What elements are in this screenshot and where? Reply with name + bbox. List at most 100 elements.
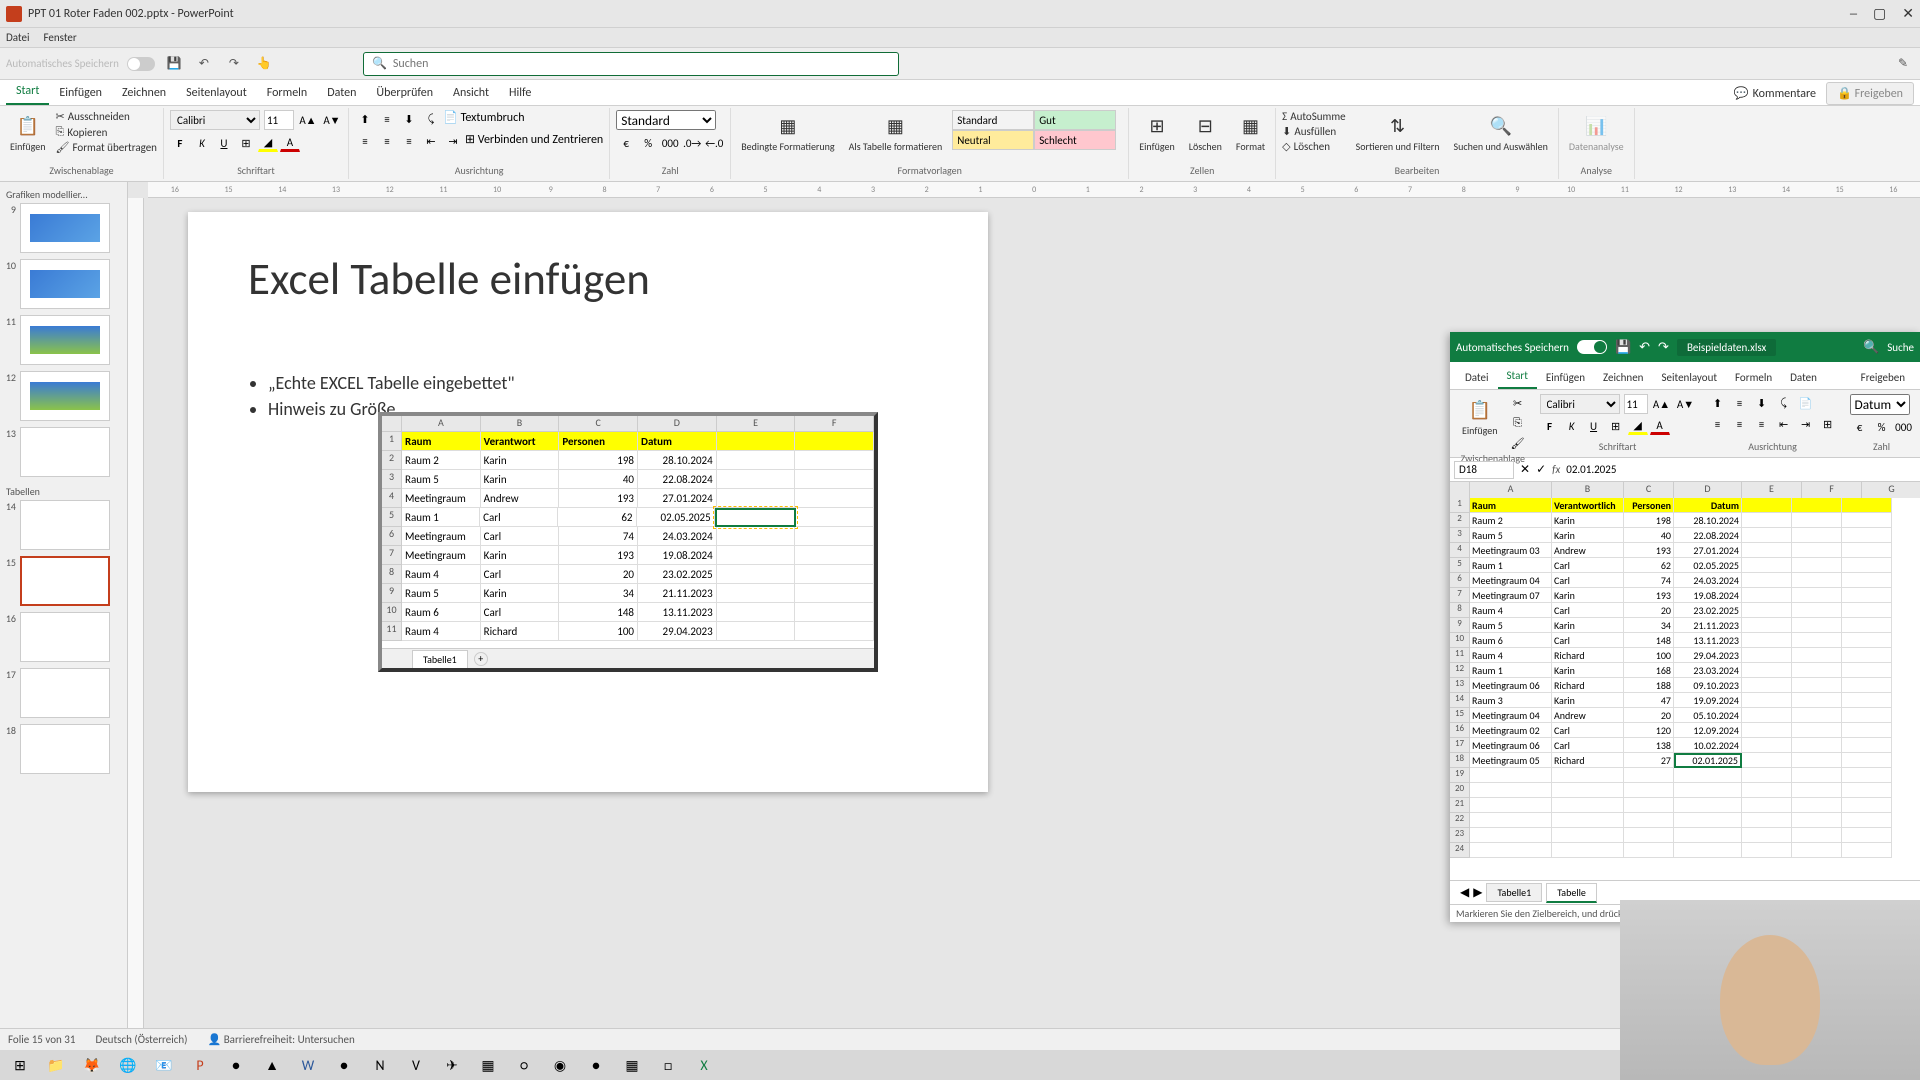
minimize-button[interactable]: ─: [1850, 5, 1857, 22]
redo-icon[interactable]: ↷: [223, 53, 245, 75]
ex-tab-start[interactable]: Start: [1498, 364, 1537, 389]
sort-filter-button[interactable]: ⇅Sortieren und Filtern: [1352, 110, 1444, 155]
emb-row[interactable]: 5Raum 1Carl6202.05.2025: [382, 508, 874, 527]
orientation-icon[interactable]: ⤹: [421, 110, 441, 128]
tab-ueberpruefen[interactable]: Überprüfen: [366, 81, 443, 105]
slide-thumb-14[interactable]: [20, 500, 110, 550]
start-menu-icon[interactable]: ⊞: [4, 1052, 36, 1078]
excel-filename[interactable]: Beispieldaten.xlsx: [1677, 339, 1776, 356]
emb-row[interactable]: 6MeetingraumCarl7424.03.2024: [382, 527, 874, 546]
ex-row-empty[interactable]: 22: [1450, 813, 1920, 828]
autosave-toggle[interactable]: [127, 57, 155, 71]
ex-cut-icon[interactable]: ✂: [1508, 394, 1528, 412]
app-icon[interactable]: ●: [220, 1052, 252, 1078]
tab-formeln[interactable]: Formeln: [257, 81, 317, 105]
app-icon-6[interactable]: ●: [580, 1052, 612, 1078]
ex-shrink-font-icon[interactable]: A▼: [1676, 395, 1696, 413]
search-input[interactable]: [393, 57, 890, 71]
format-table-button[interactable]: ▦Als Tabelle formatieren: [845, 110, 947, 155]
status-slide-number[interactable]: Folie 15 von 31: [8, 1033, 75, 1046]
emb-sheet-tabs[interactable]: Tabelle1 +: [382, 648, 874, 668]
ex-row[interactable]: 10Raum 6Carl14813.11.2023: [1450, 633, 1920, 648]
ex-thousands-icon[interactable]: 000: [1894, 418, 1914, 436]
ex-numfmt-select[interactable]: Datum: [1850, 394, 1910, 415]
font-color-button[interactable]: A: [280, 134, 300, 152]
underline-button[interactable]: U: [214, 134, 234, 152]
emb-row[interactable]: 2Raum 2Karin19828.10.2024: [382, 451, 874, 470]
menu-datei[interactable]: Datei: [6, 31, 30, 44]
slide-thumb-10[interactable]: [20, 259, 110, 309]
ex-sheet-tabelle[interactable]: Tabelle: [1546, 883, 1597, 903]
inc-decimal-icon[interactable]: .0→: [682, 134, 702, 152]
tab-zeichnen[interactable]: Zeichnen: [112, 81, 176, 105]
align-bottom-icon[interactable]: ⬇: [399, 110, 419, 128]
ex-enter-icon[interactable]: ✓: [1536, 462, 1546, 477]
emb-row[interactable]: 10Raum 6Carl14813.11.2023: [382, 603, 874, 622]
onenote-icon[interactable]: N: [364, 1052, 396, 1078]
ex-row[interactable]: 13Meetingraum 06Richard18809.10.2023: [1450, 678, 1920, 693]
telegram-icon[interactable]: ✈: [436, 1052, 468, 1078]
fill-button[interactable]: ⬇ Ausfüllen: [1282, 125, 1345, 138]
ex-row[interactable]: 11Raum 4Richard10029.04.2023: [1450, 648, 1920, 663]
tab-seitenlayout[interactable]: Seitenlayout: [176, 81, 257, 105]
align-top-icon[interactable]: ⬆: [355, 110, 375, 128]
emb-row[interactable]: 8Raum 4Carl2023.02.2025: [382, 565, 874, 584]
chrome-icon[interactable]: 🌐: [112, 1052, 144, 1078]
ex-row-empty[interactable]: 23: [1450, 828, 1920, 843]
slide-thumb-12[interactable]: [20, 371, 110, 421]
ex-align-bot-icon[interactable]: ⬇: [1752, 394, 1772, 412]
ex-row[interactable]: 3Raum 5Karin4022.08.2024: [1450, 528, 1920, 543]
excel-save-icon[interactable]: 💾: [1615, 340, 1631, 355]
ex-orient-icon[interactable]: ⤹: [1774, 394, 1794, 412]
ex-align-r-icon[interactable]: ≡: [1752, 415, 1772, 433]
align-center-icon[interactable]: ≡: [377, 132, 397, 150]
tab-ansicht[interactable]: Ansicht: [443, 81, 499, 105]
ex-copy-icon[interactable]: ⎘: [1508, 414, 1528, 432]
slide-thumb-18[interactable]: [20, 724, 110, 774]
ex-row[interactable]: 12Raum 1Karin16823.03.2024: [1450, 663, 1920, 678]
ex-row[interactable]: 14Raum 3Karin4719.09.2024: [1450, 693, 1920, 708]
tab-hilfe[interactable]: Hilfe: [499, 81, 541, 105]
explorer-icon[interactable]: 📁: [40, 1052, 72, 1078]
app-icon-2[interactable]: ●: [328, 1052, 360, 1078]
number-format-select[interactable]: Standard: [616, 110, 716, 130]
ex-cancel-icon[interactable]: ✕: [1520, 462, 1530, 477]
copy-button[interactable]: ⎘ Kopieren: [56, 125, 157, 139]
font-name-select[interactable]: Calibri: [170, 110, 260, 130]
slide-thumb-16[interactable]: [20, 612, 110, 662]
slide-thumb-11[interactable]: [20, 315, 110, 365]
app-icon-4[interactable]: ○: [508, 1052, 540, 1078]
ex-sheet-tabelle1[interactable]: Tabelle1: [1486, 883, 1542, 902]
find-select-button[interactable]: 🔍Suchen und Auswählen: [1450, 110, 1552, 155]
paste-button[interactable]: 📋Einfügen: [6, 110, 50, 155]
ex-row[interactable]: 8Raum 4Carl2023.02.2025: [1450, 603, 1920, 618]
ex-currency-icon[interactable]: €: [1850, 418, 1870, 436]
app-icon-8[interactable]: □: [652, 1052, 684, 1078]
ex-row-empty[interactable]: 20: [1450, 783, 1920, 798]
grow-font-icon[interactable]: A▲: [298, 111, 318, 129]
ex-border-icon[interactable]: ⊞: [1606, 417, 1626, 435]
ex-paste-button[interactable]: 📋Einfügen: [1458, 394, 1502, 439]
ex-row[interactable]: 17Meetingraum 06Carl13810.02.2024: [1450, 738, 1920, 753]
ex-tab-daten[interactable]: Daten: [1781, 366, 1826, 389]
indent-inc-icon[interactable]: ⇥: [443, 132, 463, 150]
align-right-icon[interactable]: ≡: [399, 132, 419, 150]
ex-grow-font-icon[interactable]: A▲: [1652, 395, 1672, 413]
ex-row[interactable]: 15Meetingraum 04Andrew2005.10.2024: [1450, 708, 1920, 723]
emb-row[interactable]: 9Raum 5Karin3421.11.2023: [382, 584, 874, 603]
slide-thumb-13[interactable]: [20, 427, 110, 477]
app-icon-5[interactable]: ◉: [544, 1052, 576, 1078]
ex-align-mid-icon[interactable]: ≡: [1730, 394, 1750, 412]
shrink-font-icon[interactable]: A▼: [322, 111, 342, 129]
powerpoint-task-icon[interactable]: P: [184, 1052, 216, 1078]
status-language[interactable]: Deutsch (Österreich): [95, 1033, 187, 1046]
ex-row[interactable]: 6Meetingraum 04Carl7424.03.2024: [1450, 573, 1920, 588]
cond-format-button[interactable]: ▦Bedingte Formatierung: [737, 110, 838, 155]
menu-fenster[interactable]: Fenster: [44, 31, 77, 44]
autosum-button[interactable]: Σ AutoSumme: [1282, 110, 1345, 123]
fill-color-button[interactable]: ◢: [258, 134, 278, 152]
percent-icon[interactable]: %: [638, 134, 658, 152]
ex-row[interactable]: 9Raum 5Karin3421.11.2023: [1450, 618, 1920, 633]
kommentare-button[interactable]: 💬 Kommentare: [1734, 86, 1816, 101]
slide-thumb-17[interactable]: [20, 668, 110, 718]
